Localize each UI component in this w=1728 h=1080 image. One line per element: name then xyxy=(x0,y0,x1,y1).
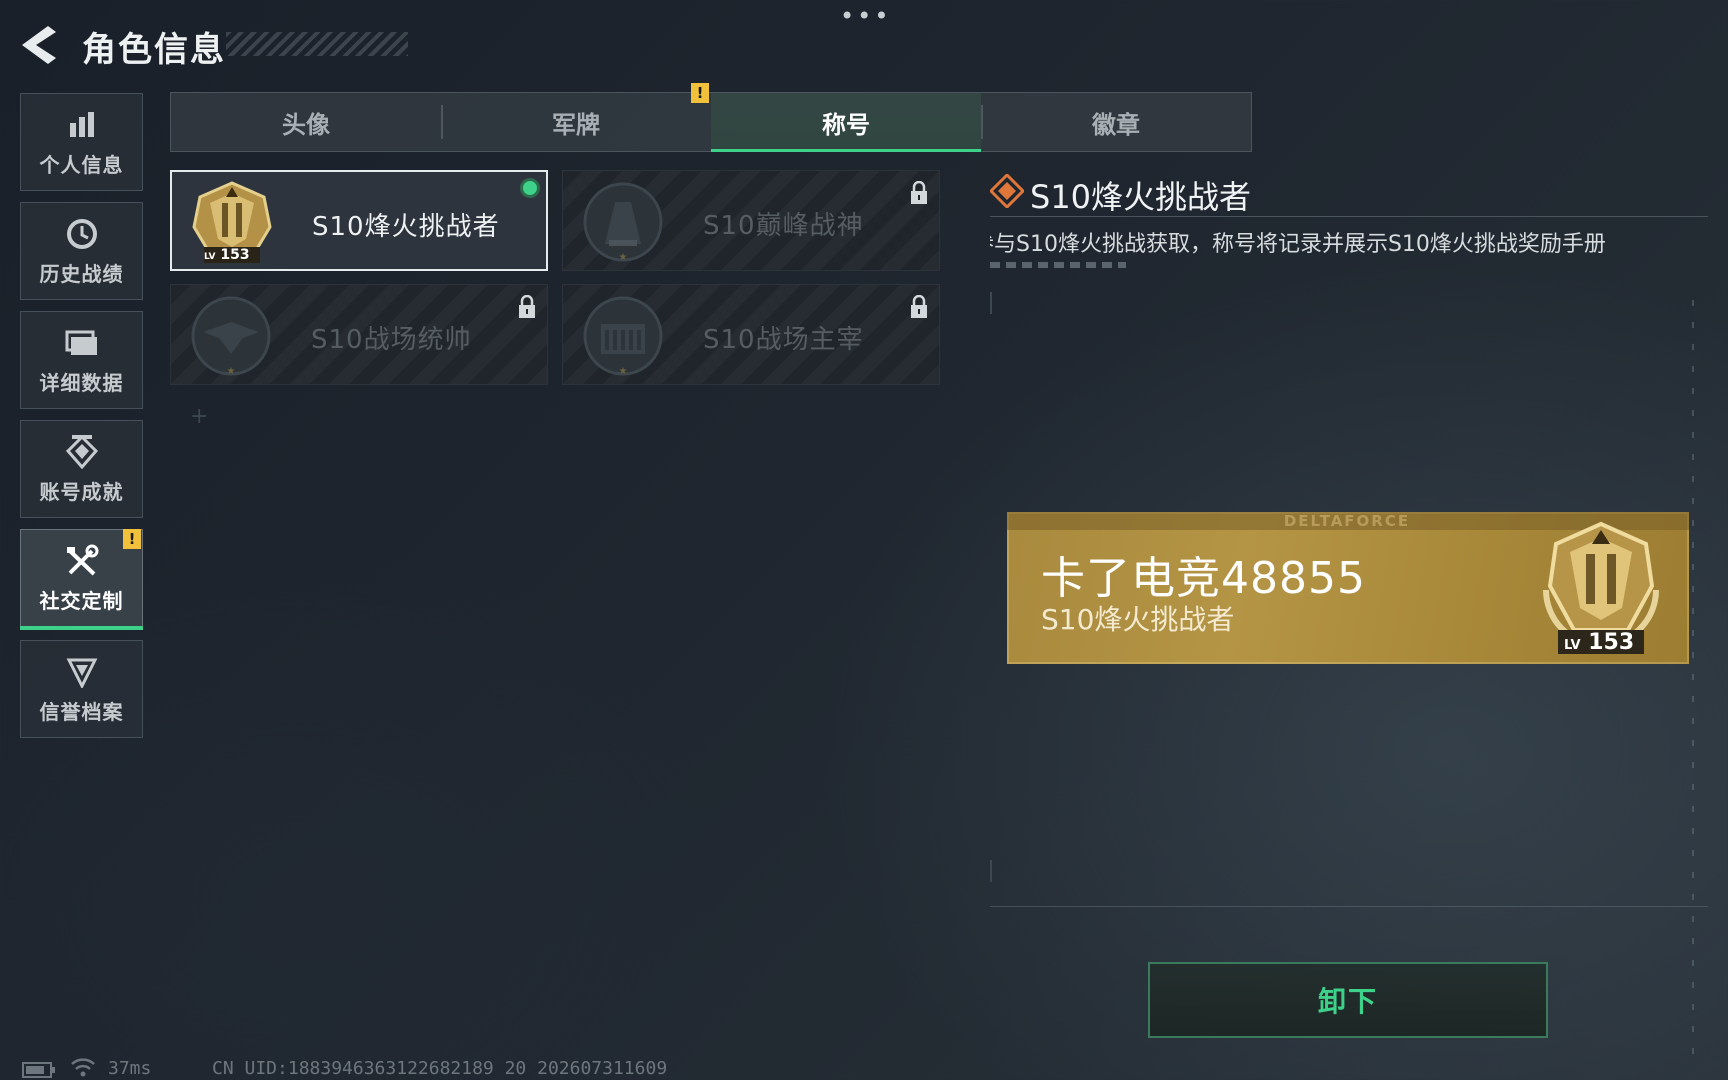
level-prefix: LV xyxy=(1564,638,1581,653)
player-name: 卡了电竞48855 xyxy=(1041,553,1366,604)
bar-chart-icon xyxy=(64,107,100,143)
commander-emblem-icon: ★ xyxy=(189,294,273,378)
svg-text:★: ★ xyxy=(619,252,628,263)
level-value: 153 xyxy=(1588,630,1635,655)
title-card-name: S10战场统帅 xyxy=(311,325,472,355)
detail-divider xyxy=(990,216,1708,217)
wifi-icon xyxy=(70,1056,96,1080)
sidebar-item-detailed-data[interactable]: 详细数据 xyxy=(20,311,143,409)
sidebar-warning-badge: ! xyxy=(123,529,141,549)
tab-dogtag[interactable]: 军牌 xyxy=(441,93,711,151)
unequip-button[interactable]: 卸下 xyxy=(1148,962,1548,1038)
sidebar-item-label: 账号成就 xyxy=(39,479,124,504)
title-card-name: S10战场主宰 xyxy=(703,325,864,355)
crosshair-decoration-icon: + xyxy=(190,404,209,429)
sidebar-item-achievements[interactable]: 账号成就 xyxy=(20,420,143,518)
tab-warning-badge: ! xyxy=(691,83,709,103)
title-card-name: S10巅峰战神 xyxy=(703,211,864,241)
nameplate-emblem-icon: LV 153 xyxy=(1528,520,1674,660)
ping-readout: 37ms xyxy=(108,1058,152,1079)
sidebar-item-label: 详细数据 xyxy=(39,370,124,395)
detail-decoration xyxy=(990,262,1126,268)
side-ruler-decoration xyxy=(1692,300,1694,1060)
sidebar-item-reputation[interactable]: 信誉档案 xyxy=(20,640,143,738)
dominator-emblem-icon: ★ xyxy=(581,294,665,378)
category-tabs: 头像 军牌 称号 徽章 xyxy=(170,92,1252,152)
peak-warrior-emblem-icon: ★ xyxy=(581,180,665,264)
sidebar-item-match-history[interactable]: 历史战绩 xyxy=(20,202,143,300)
svg-text:★: ★ xyxy=(619,366,628,377)
tab-badge[interactable]: 徽章 xyxy=(981,93,1251,151)
title-card-s10-challenger[interactable]: LV 153 S10烽火挑战者 xyxy=(170,170,548,271)
title-decoration xyxy=(226,32,408,56)
nameplate-brand: DELTAFORCE xyxy=(1283,512,1411,530)
preview-bottom-line xyxy=(990,906,1708,907)
user-uid: CN UID:1883946363122682189 20 2026073116… xyxy=(212,1058,668,1079)
more-options-icon[interactable]: ••• xyxy=(840,4,890,30)
lock-icon xyxy=(909,180,929,209)
player-title: S10烽火挑战者 xyxy=(1041,603,1235,636)
lock-icon xyxy=(517,294,537,323)
level-prefix: LV xyxy=(204,252,216,262)
back-arrow-icon xyxy=(22,26,56,64)
battery-icon xyxy=(22,1062,56,1080)
level-value: 153 xyxy=(220,247,250,263)
tab-title[interactable]: 称号 xyxy=(711,93,981,152)
reputation-icon xyxy=(64,654,100,690)
tab-avatar[interactable]: 头像 xyxy=(171,93,441,151)
back-button[interactable] xyxy=(20,22,60,68)
sidebar-item-label: 信誉档案 xyxy=(39,699,124,724)
sidebar-item-personal-info[interactable]: 个人信息 xyxy=(20,93,143,191)
equipped-indicator xyxy=(520,178,540,198)
title-card-s10-dominator[interactable]: ★ S10战场主宰 xyxy=(562,284,940,385)
achievement-icon xyxy=(64,434,100,470)
challenger-emblem-icon: LV 153 xyxy=(190,181,274,265)
sidebar-item-label: 历史战绩 xyxy=(39,261,124,286)
history-clock-icon xyxy=(64,216,100,252)
frame-corner xyxy=(990,292,992,314)
sidebar-item-label: 个人信息 xyxy=(39,152,124,177)
lock-icon xyxy=(909,294,929,323)
title-card-s10-peak-warrior[interactable]: ★ S10巅峰战神 xyxy=(562,170,940,271)
title-card-name: S10烽火挑战者 xyxy=(312,212,500,242)
detail-description: 参与S10烽火挑战获取，称号将记录并展示S10烽火挑战奖励手册 xyxy=(990,232,1606,256)
page-title: 角色信息 xyxy=(82,30,226,70)
tools-icon xyxy=(64,543,100,579)
title-card-s10-commander[interactable]: ★ S10战场统帅 xyxy=(170,284,548,385)
svg-text:★: ★ xyxy=(227,366,236,377)
sidebar-item-label: 社交定制 xyxy=(39,588,124,613)
frame-corner xyxy=(990,860,992,882)
folder-icon xyxy=(64,325,100,361)
detail-title: S10烽火挑战者 xyxy=(1030,178,1252,216)
title-diamond-icon xyxy=(988,172,1026,210)
